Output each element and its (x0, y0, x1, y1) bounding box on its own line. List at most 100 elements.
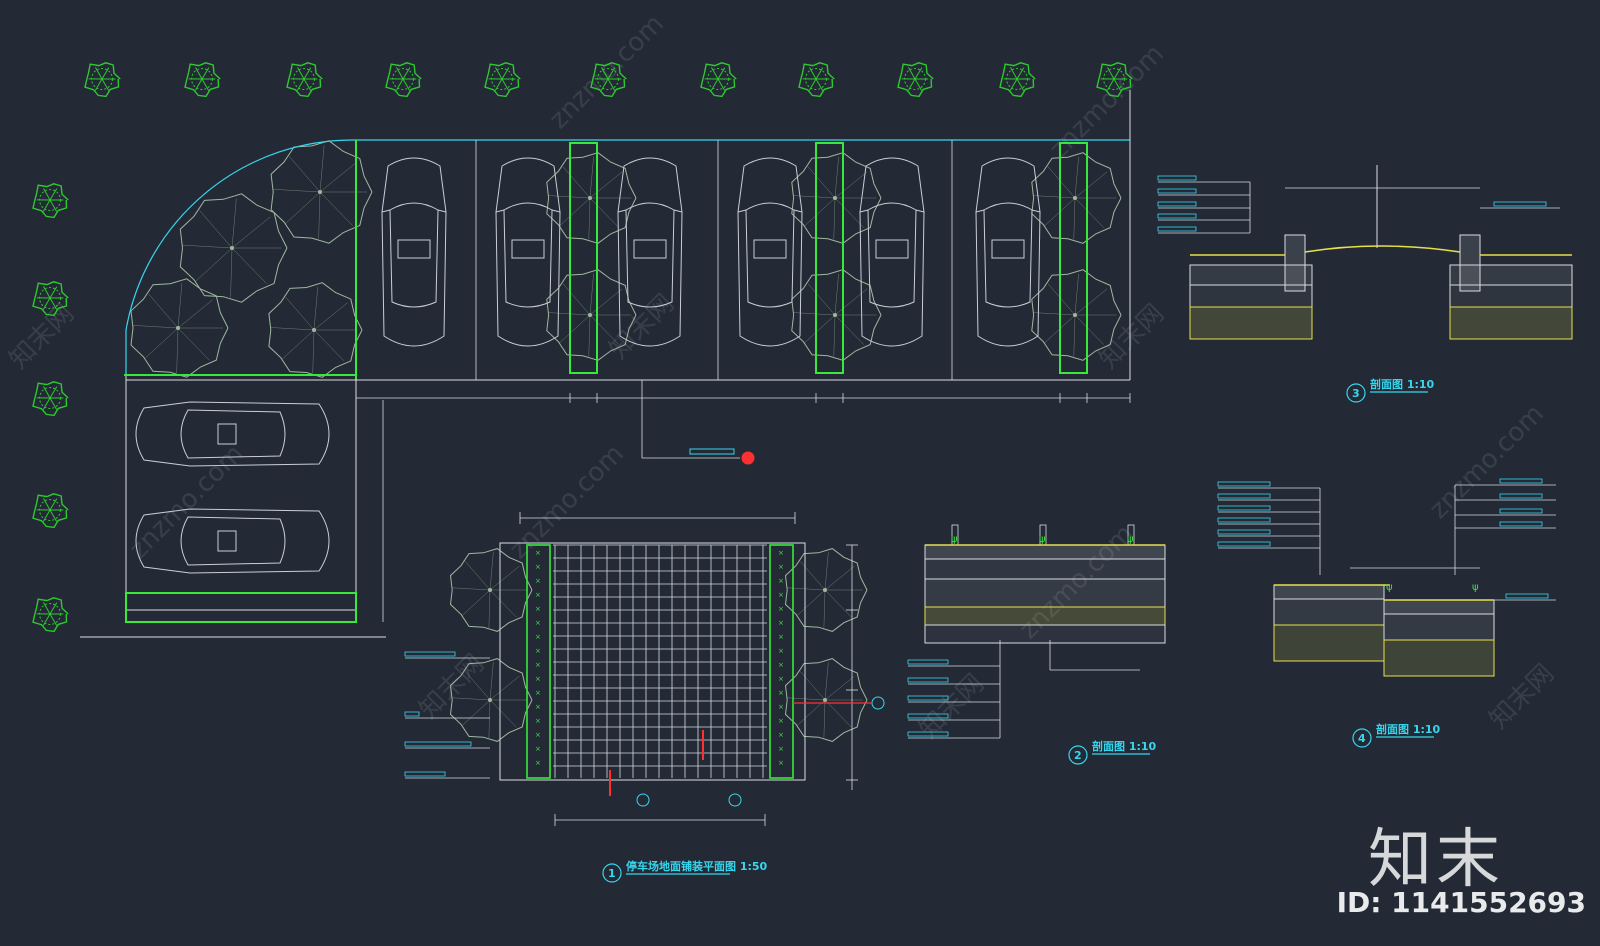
car-mirror-left (495, 209, 505, 213)
tree-symbol (700, 62, 737, 98)
large-tree-spoke (589, 314, 620, 345)
tree-symbol (897, 62, 934, 98)
section-details: ψ ψ ψ ψ ψ (907, 165, 1573, 739)
section2-label-bar (907, 659, 949, 665)
large-tree-spoke (285, 297, 315, 331)
large-tree-spoke (231, 216, 271, 249)
large-tree-spoke (231, 247, 267, 284)
large-tree-spoke (562, 283, 591, 316)
tree-symbol (32, 493, 69, 529)
large-tree-spoke (589, 197, 620, 228)
section4-label-bar (1217, 505, 1271, 511)
tree-branch (494, 78, 503, 91)
large-tree-spoke (285, 191, 321, 224)
section-layer (924, 544, 1166, 560)
car-cabin (503, 202, 553, 308)
large-tree-spoke (796, 589, 826, 616)
planter-hatch: × (535, 703, 541, 711)
section4-label-bar (1217, 517, 1271, 523)
car-mirror-left (737, 209, 747, 213)
planter-hatch: × (535, 717, 541, 725)
car-body (975, 157, 1041, 347)
section-layer (1383, 599, 1495, 615)
section3-title: 3 剖面图 1:10 (1346, 377, 1435, 403)
planter-hatch: × (778, 661, 784, 669)
large-tree-spoke (834, 288, 868, 316)
planter-hatch: × (535, 689, 541, 697)
watermark-cn-text: 知末网 (604, 289, 680, 365)
tree-symbol (184, 62, 221, 98)
tree-branch (42, 199, 51, 212)
large-tree-spoke (177, 327, 210, 361)
tree-symbol (999, 62, 1036, 98)
drawing-id: ID: 1141552693 (1336, 886, 1586, 919)
section-layer (924, 578, 1166, 608)
tree-symbol (798, 62, 835, 98)
section-marker-bubble (728, 793, 742, 807)
car-roof-panel (753, 239, 787, 259)
large-tree-spoke (318, 191, 321, 239)
section4-title: 4 剖面图 1:10 (1352, 722, 1441, 748)
car-mirror-left (617, 209, 627, 213)
planter-hatch: × (778, 549, 784, 557)
tree-branch (907, 78, 916, 91)
large-tree-spoke (313, 329, 345, 362)
planter-hatch: × (778, 745, 784, 753)
large-tree-spoke (176, 327, 179, 373)
large-tree-spoke (230, 247, 233, 298)
planter-hatch: × (535, 661, 541, 669)
cad-drawing: znzmo.comznzmo.com znzmo.comznzmo.com znzm… (4, 9, 1573, 883)
car-cabin (745, 202, 795, 308)
grass-symbol: ψ (1127, 534, 1134, 545)
car-cabin (625, 202, 675, 308)
car-mirror-right (437, 209, 447, 213)
section3-label-bar (1157, 213, 1197, 219)
car-cabin (389, 202, 439, 308)
large-tree-spoke (133, 325, 179, 329)
section-layer (1383, 613, 1495, 641)
large-tree-spoke (807, 283, 836, 316)
planter-hatch: × (535, 745, 541, 753)
leader-label-bar (404, 771, 446, 777)
section3-label-bar (1157, 188, 1197, 194)
large-tree-spoke (273, 189, 321, 193)
section4-label-bar (1505, 593, 1549, 599)
car-roof-panel (511, 239, 545, 259)
large-tree-spoke (489, 662, 494, 701)
car-body (381, 157, 447, 347)
grass-symbol: ψ (951, 534, 958, 545)
watermark-site-text: znzmo.com (1424, 399, 1550, 525)
section4-title-text: 剖面图 1:10 (1376, 722, 1441, 736)
bay-planter-strip (1059, 142, 1088, 374)
car-vertical (975, 157, 1041, 347)
large-tree-spoke (1074, 197, 1105, 228)
large-tree-spoke (231, 198, 237, 249)
planter-hatch: × (778, 703, 784, 711)
section-layer (1383, 639, 1495, 677)
car-roof-panel (397, 239, 431, 259)
large-tree-spoke (589, 156, 594, 199)
large-tree-spoke (823, 699, 826, 738)
callout-label-bar (689, 448, 735, 455)
large-tree-spoke (488, 699, 491, 738)
section3-label-bar (1493, 201, 1547, 207)
large-tree-spoke (144, 327, 179, 359)
car-vertical (381, 157, 447, 347)
callout-marker (741, 451, 755, 465)
large-tree-spoke (1033, 312, 1076, 316)
section-layer (1273, 598, 1385, 626)
car-mirror-right (793, 209, 803, 213)
grass-symbol: ψ (1039, 534, 1046, 545)
large-tree-spoke (1074, 156, 1079, 199)
large-tree-spoke (559, 197, 591, 227)
large-tree-spoke (461, 589, 491, 616)
large-tree-spoke (562, 166, 591, 199)
watermark-site-text: znzmo.com (544, 9, 670, 135)
section-marker-bubble (636, 793, 650, 807)
section-layer (924, 624, 1166, 644)
car-mirror-left (975, 209, 985, 213)
large-tree-spoke (489, 565, 520, 591)
large-tree-spoke (834, 314, 865, 345)
large-tree-spoke (488, 589, 491, 628)
section3-title-text: 剖面图 1:10 (1370, 377, 1435, 391)
